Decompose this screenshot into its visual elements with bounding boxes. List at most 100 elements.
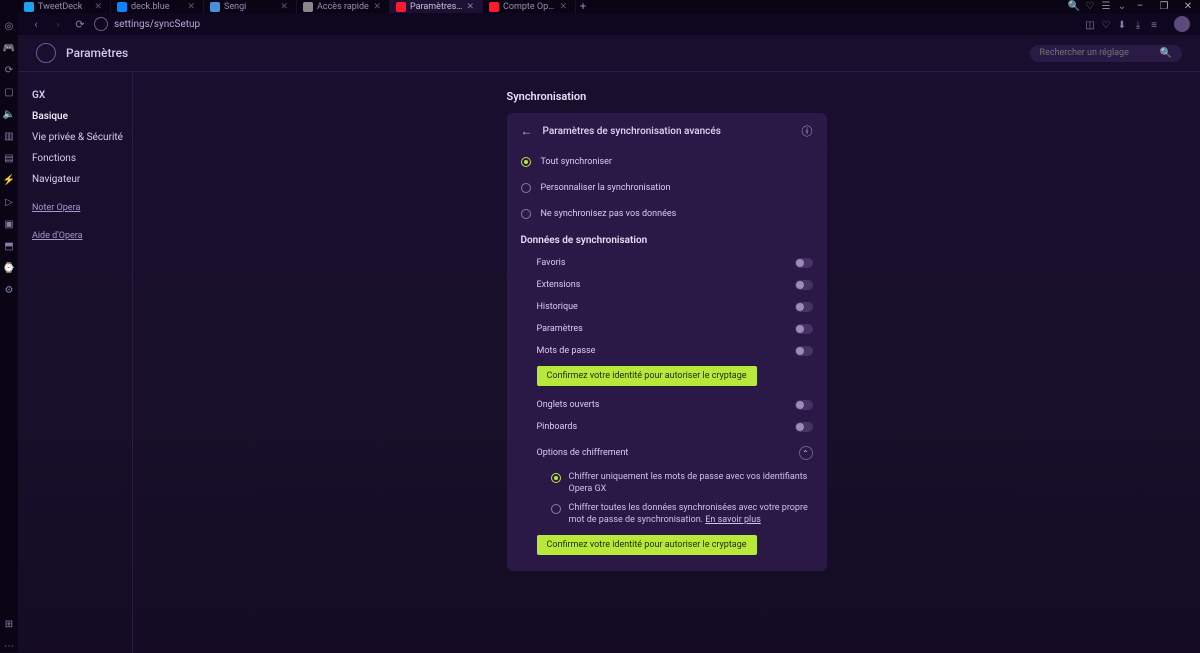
confirm-identity-button[interactable]: Confirmez votre identité pour autoriser … bbox=[537, 535, 757, 555]
rail-icon[interactable]: ⚙ bbox=[3, 284, 15, 296]
favicon-icon bbox=[24, 2, 34, 12]
toggle-switch[interactable] bbox=[795, 400, 813, 410]
sidebar-item[interactable]: Fonctions bbox=[32, 153, 132, 164]
tab-close-icon[interactable]: ✕ bbox=[559, 2, 567, 12]
tab[interactable]: Compte Opera✕ bbox=[483, 0, 576, 13]
settings-page: Paramètres 🔍 GX BasiqueVie privée & Sécu… bbox=[18, 35, 1200, 652]
toggle-switch[interactable] bbox=[795, 422, 813, 432]
toggle-label: Extensions bbox=[537, 280, 787, 290]
page-body: GX BasiqueVie privée & SécuritéFonctions… bbox=[18, 72, 1200, 653]
page-header: Paramètres 🔍 bbox=[18, 35, 1200, 72]
rail-icon[interactable]: ⬒ bbox=[3, 240, 15, 252]
toggle-label: Pinboards bbox=[537, 422, 787, 432]
rail-icon[interactable]: ▤ bbox=[3, 152, 15, 164]
tab-label: TweetDeck bbox=[38, 2, 90, 12]
sync-mode-radio[interactable]: Personnaliser la synchronisation bbox=[507, 175, 827, 201]
advanced-sync-title: Paramètres de synchronisation avancés bbox=[543, 126, 792, 137]
addr-action-icon[interactable]: ≡ bbox=[1146, 20, 1162, 31]
rail-icon[interactable]: ⊞ bbox=[3, 618, 15, 630]
favicon-icon bbox=[303, 2, 313, 12]
sidebar-item[interactable]: Vie privée & Sécurité bbox=[32, 132, 132, 143]
tab-close-icon[interactable]: ✕ bbox=[280, 2, 288, 12]
rail-icon[interactable]: 🎮 bbox=[3, 42, 15, 54]
settings-search[interactable]: 🔍 bbox=[1030, 45, 1182, 62]
addr-action-icon[interactable]: ◫ bbox=[1082, 20, 1098, 31]
forward-button[interactable]: › bbox=[50, 16, 66, 32]
toggle-label: Paramètres bbox=[537, 324, 787, 334]
rail-icon[interactable]: 🔈 bbox=[3, 108, 15, 120]
confirm-identity-button[interactable]: Confirmez votre identité pour autoriser … bbox=[537, 366, 757, 386]
addr-action-icon[interactable]: ⬇ bbox=[1114, 20, 1130, 31]
radio-icon bbox=[521, 157, 531, 167]
titlebar-icon[interactable]: ♡ bbox=[1082, 1, 1098, 12]
tab-close-icon[interactable]: ✕ bbox=[187, 2, 195, 12]
settings-sidebar: GX BasiqueVie privée & SécuritéFonctions… bbox=[18, 72, 133, 653]
help-icon[interactable]: ⓘ bbox=[802, 123, 813, 139]
sync-card: ← Paramètres de synchronisation avancés … bbox=[507, 113, 827, 571]
back-arrow-icon[interactable]: ← bbox=[521, 124, 533, 138]
maximize-button[interactable]: ❐ bbox=[1152, 1, 1176, 12]
url-box[interactable] bbox=[94, 17, 1076, 31]
radio-icon bbox=[551, 473, 561, 483]
sidebar-footer-link[interactable]: Aide d'Opera bbox=[32, 231, 132, 241]
close-button[interactable]: ✕ bbox=[1176, 1, 1200, 12]
sidebar-item[interactable]: Navigateur bbox=[32, 174, 132, 185]
tab[interactable]: Paramètres – Paramètres d✕ bbox=[390, 0, 483, 13]
back-button[interactable]: ‹ bbox=[28, 16, 44, 32]
url-input[interactable] bbox=[114, 19, 1076, 30]
sync-data-toggle: Onglets ouverts bbox=[507, 394, 827, 416]
sidebar-rail: ◎ 🎮 ⟳ ▢ 🔈 ▥ ▤ ⚡ ▷ ▣ ⬒ ⌚ ⚙ ⊞ ⋯ bbox=[0, 0, 18, 652]
rail-icon[interactable]: ⋯ bbox=[3, 640, 15, 652]
rail-icon[interactable]: ⟳ bbox=[3, 64, 15, 76]
toggle-label: Mots de passe bbox=[537, 346, 787, 356]
rail-icon[interactable]: ▷ bbox=[3, 196, 15, 208]
favicon-icon bbox=[117, 2, 127, 12]
window-controls: – ❐ ✕ bbox=[1128, 0, 1200, 13]
addr-action-icon[interactable]: ⤓ bbox=[1130, 20, 1146, 31]
tab[interactable]: TweetDeck ✕ bbox=[18, 0, 111, 13]
favicon-icon bbox=[396, 2, 406, 12]
sidebar-footer-link[interactable]: Noter Opera bbox=[32, 203, 132, 213]
encryption-radio[interactable]: Chiffrer toutes les données synchronisée… bbox=[507, 499, 827, 530]
new-tab-button[interactable]: + bbox=[576, 0, 590, 13]
site-icon bbox=[94, 17, 108, 31]
toggle-switch[interactable] bbox=[795, 280, 813, 290]
toggle-switch[interactable] bbox=[795, 324, 813, 334]
settings-search-input[interactable] bbox=[1040, 48, 1154, 58]
toggle-switch[interactable] bbox=[795, 258, 813, 268]
settings-main: Synchronisation ← Paramètres de synchron… bbox=[133, 72, 1200, 653]
tab-close-icon[interactable]: ✕ bbox=[373, 2, 381, 12]
tab[interactable]: Sengi✕ bbox=[204, 0, 297, 13]
rail-icon[interactable]: ◎ bbox=[3, 20, 15, 32]
page-title: Paramètres bbox=[66, 46, 128, 60]
sync-mode-radio[interactable]: Tout synchroniser bbox=[507, 149, 827, 175]
tab-close-icon[interactable]: ✕ bbox=[466, 2, 474, 12]
rail-icon[interactable]: ⚡ bbox=[3, 174, 15, 186]
chevron-up-icon[interactable]: ⌃ bbox=[799, 446, 813, 460]
toggle-label: Historique bbox=[537, 302, 787, 312]
titlebar-icon[interactable]: 🔍 bbox=[1066, 1, 1082, 12]
reload-button[interactable]: ⟳ bbox=[72, 16, 88, 32]
rail-icon[interactable]: ▥ bbox=[3, 130, 15, 142]
learn-more-link[interactable]: En savoir plus bbox=[705, 515, 761, 525]
encryption-radio[interactable]: Chiffrer uniquement les mots de passe av… bbox=[507, 468, 827, 499]
rail-icon[interactable]: ▣ bbox=[3, 218, 15, 230]
sidebar-item[interactable]: Basique bbox=[32, 111, 132, 122]
rail-icon[interactable]: ▢ bbox=[3, 86, 15, 98]
toggle-switch[interactable] bbox=[795, 346, 813, 356]
tab[interactable]: Accès rapide✕ bbox=[297, 0, 390, 13]
toggle-switch[interactable] bbox=[795, 302, 813, 312]
encryption-options-row[interactable]: Options de chiffrement ⌃ bbox=[507, 438, 827, 468]
search-icon: 🔍 bbox=[1160, 48, 1172, 59]
rail-icon[interactable]: ⌚ bbox=[3, 262, 15, 274]
addr-action-icon[interactable]: ♡ bbox=[1098, 20, 1114, 31]
tab[interactable]: deck.blue✕ bbox=[111, 0, 204, 13]
minimize-button[interactable]: – bbox=[1128, 1, 1152, 12]
titlebar-icon[interactable]: ☰ bbox=[1098, 1, 1114, 12]
sync-data-title: Données de synchronisation bbox=[507, 227, 827, 252]
tab-close-icon[interactable]: ✕ bbox=[94, 2, 102, 12]
profile-avatar[interactable] bbox=[1174, 16, 1190, 32]
sync-mode-radio[interactable]: Ne synchronisez pas vos données bbox=[507, 201, 827, 227]
sidebar-items: Basique Vie privée & Sécurité Fonctions Nav… bbox=[32, 111, 132, 185]
radio-label: Personnaliser la synchronisation bbox=[541, 183, 671, 193]
